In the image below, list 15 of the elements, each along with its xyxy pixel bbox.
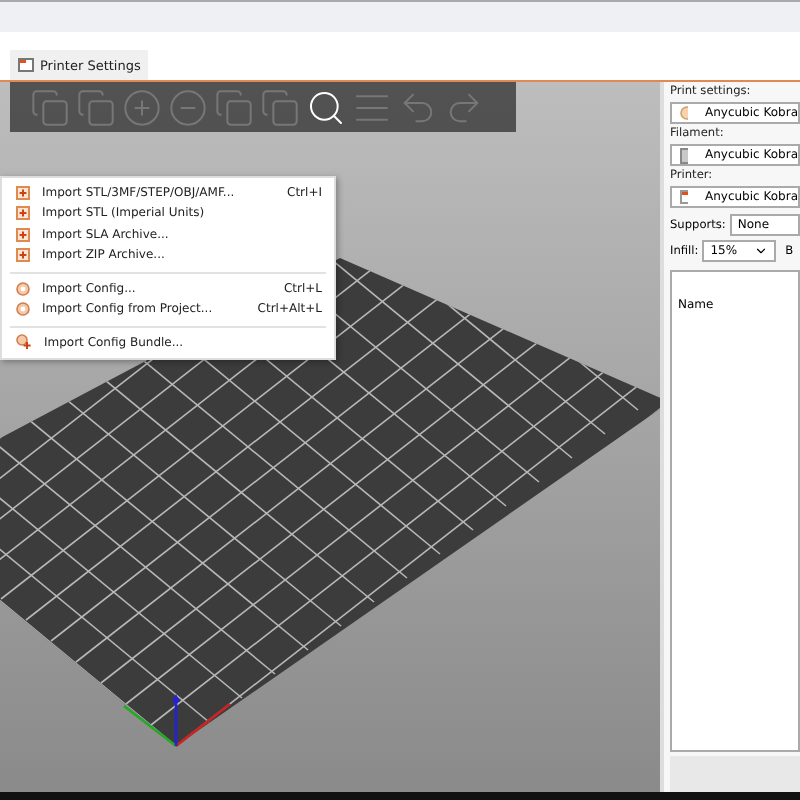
plus-icon [16,206,30,221]
copy-icon[interactable] [30,87,70,127]
caret-icon [753,244,768,258]
tab-icon [18,58,34,72]
remove-icon[interactable] [168,87,208,127]
plus-icon [16,248,30,263]
printer-icon [680,190,687,204]
plus-icon [16,227,30,242]
bundle-icon [16,334,32,351]
add-icon[interactable] [122,87,162,127]
search-icon[interactable] [306,87,346,127]
copy-icon[interactable] [214,87,254,127]
plus-icon [16,185,30,200]
copy-icon[interactable] [76,87,116,127]
filament-swatch-icon [680,147,687,163]
